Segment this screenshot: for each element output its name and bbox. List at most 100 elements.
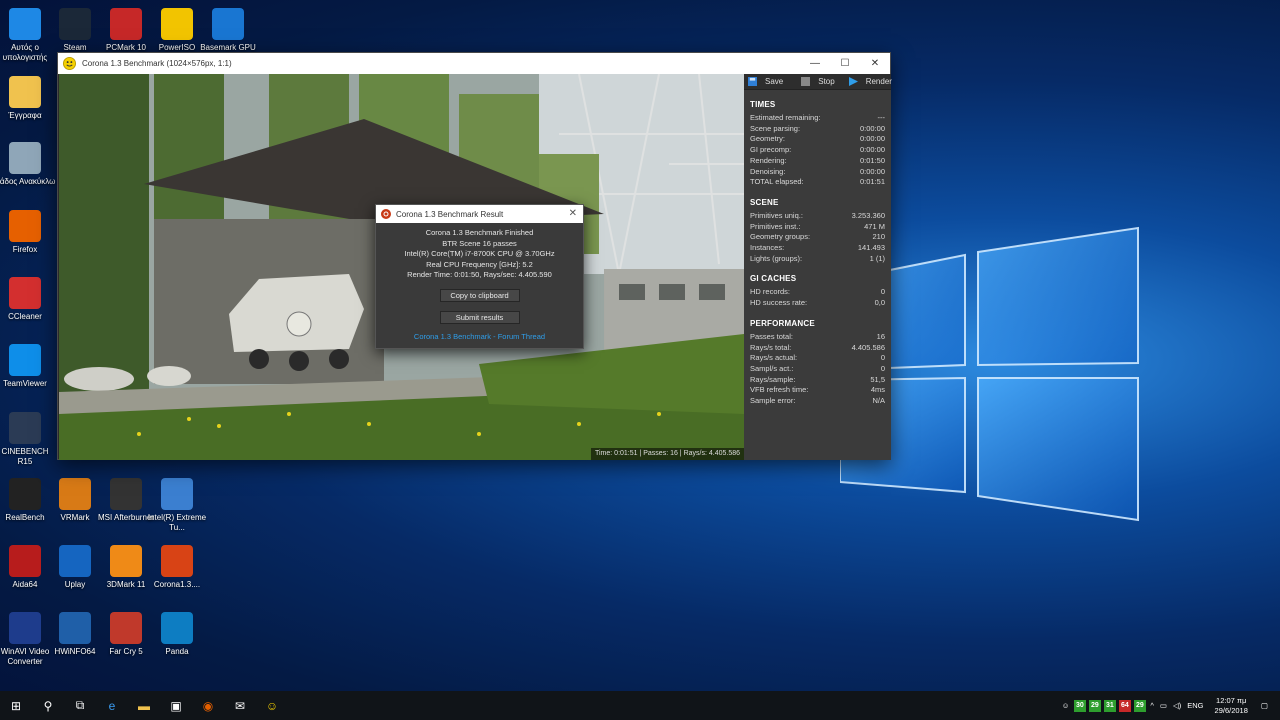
steam-icon [59, 8, 91, 40]
stats-side-panel: Save Stop Render TIMES Estimated remaini… [744, 74, 892, 460]
submit-results-button[interactable]: Submit results [439, 310, 520, 324]
stat-label: Instances: [750, 243, 785, 253]
gi-caches-section-title: GI CACHES [750, 274, 797, 284]
dialog-result-line: BTR Scene 16 passes [442, 238, 517, 248]
teamviewer-icon [9, 344, 41, 376]
firefox-icon[interactable]: ◉ [192, 691, 224, 720]
desktop-shortcut[interactable]: Firefox [0, 210, 56, 255]
desktop-shortcut[interactable]: CCleaner [0, 277, 56, 322]
times-section-title: TIMES [750, 100, 776, 109]
tray-temperature-badge[interactable]: 31 [1103, 699, 1116, 712]
save-button[interactable]: Save [744, 74, 787, 90]
taskbar: ⊞ ⚲ ⧉ e ▬ ▣ ◉ ✉ ☺ ☺ 30 29 31 64 29 ^ ▭ ◁) ENG 12:07 … [0, 691, 1280, 720]
desktop-shortcut-label: Intel(R) Extreme Tu... [147, 513, 207, 532]
stat-row: TOTAL elapsed: 0:01:51 [744, 177, 891, 188]
edge-icon[interactable]: e [96, 691, 128, 720]
stat-value: 16 [876, 331, 885, 341]
stat-label: Geometry groups: [750, 232, 811, 242]
intel-xtu-icon [161, 478, 193, 510]
dialog-result-line: Intel(R) Core(TM) i7-8700K CPU @ 3.70GHz [404, 249, 555, 258]
play-icon [848, 77, 858, 86]
stop-button[interactable]: Stop [797, 74, 838, 90]
stat-label: Rays/s total: [750, 342, 792, 352]
desktop-shortcut[interactable]: Κάδος Ανακύκλω [0, 142, 56, 187]
search-icon[interactable]: ⚲ [32, 691, 64, 720]
stat-value: 51,5 [870, 374, 885, 384]
dialog-close-icon[interactable]: ✕ [569, 208, 577, 219]
vrmark-icon [59, 478, 91, 510]
stat-label: Estimated remaining: [750, 113, 821, 122]
task-view-icon[interactable]: ⧉ [64, 691, 96, 720]
system-tray: ☺ 30 29 31 64 29 ^ ▭ ◁) ENG 12:07 πμ 29/6/20… [1059, 691, 1280, 720]
window-titlebar[interactable]: Corona 1.3 Benchmark (1024×576px, 1:1) —… [58, 53, 890, 74]
render-button[interactable]: Render [845, 74, 896, 90]
network-icon[interactable]: ▭ [1160, 701, 1167, 710]
stat-label: Rays/s actual: [750, 353, 798, 363]
desktop-shortcut[interactable]: Panda [146, 612, 208, 657]
people-icon[interactable]: ☺ [1062, 701, 1070, 710]
poweriso-icon [161, 8, 193, 40]
stat-label: GI precomp: [750, 145, 792, 155]
tray-temperature-badge[interactable]: 29 [1133, 699, 1146, 712]
gi-caches-section: HD records: 0 HD success rate: 0,0 [744, 287, 891, 308]
stat-label: Primitives uniq.: [750, 210, 803, 220]
clock[interactable]: 12:07 πμ 29/6/2018 [1215, 696, 1248, 716]
stat-row: Rays/sample: 51,5 [744, 375, 891, 386]
stat-label: Denoising: [750, 166, 786, 176]
dialog-titlebar[interactable]: Corona 1.3 Benchmark Result ✕ [376, 205, 583, 223]
tray-temperature-badge[interactable]: 29 [1088, 699, 1101, 712]
corona-icon[interactable]: ☺ [256, 691, 288, 720]
recycle-bin-icon [9, 142, 41, 174]
stat-label: Sample error: [750, 396, 796, 406]
stat-value: 0,0 [874, 298, 885, 308]
firefox-icon [9, 210, 41, 242]
volume-icon[interactable]: ◁) [1173, 701, 1181, 710]
uplay-icon [59, 545, 91, 577]
stat-value: 0:01:50 [859, 155, 885, 165]
tray-temperature-badge[interactable]: 64 [1118, 699, 1131, 712]
store-icon[interactable]: ▣ [160, 691, 192, 720]
stat-row: Scene parsing: 0:00:00 [744, 124, 891, 135]
keyboard-language[interactable]: ENG [1187, 701, 1203, 710]
action-center-icon[interactable]: ▢ [1261, 701, 1268, 710]
stat-value: 0:00:00 [859, 134, 885, 144]
maximize-button[interactable]: ☐ [830, 53, 860, 74]
this-pc-icon [9, 8, 41, 40]
render-status-bar: Time: 0:01:51 | Passes: 16 | Rays/s: 4.4… [590, 448, 744, 460]
dialog-result-text: Corona 1.3 Benchmark Finished BTR Scene 1… [376, 228, 583, 281]
stat-row: Rendering: 0:01:50 [744, 156, 891, 167]
desktop-shortcut[interactable]: Basemark GPU [197, 8, 259, 53]
stop-icon [801, 77, 811, 86]
stat-row: HD records: 0 [744, 287, 891, 298]
desktop-shortcut[interactable]: Έγγραφα [0, 76, 56, 121]
forum-thread-link[interactable]: Corona 1.3 Benchmark - Forum Thread [376, 332, 583, 341]
desktop-shortcut[interactable]: TeamViewer [0, 344, 56, 389]
file-explorer-icon[interactable]: ▬ [128, 691, 160, 720]
desktop-shortcut[interactable]: Corona1.3.... [146, 545, 208, 590]
stat-value: 471 M [864, 221, 885, 231]
clock-time: 12:07 πμ [1216, 695, 1247, 705]
copy-to-clipboard-button[interactable]: Copy to clipboard [439, 288, 520, 302]
close-button[interactable]: ✕ [860, 53, 890, 74]
corona-logo-icon [381, 209, 391, 219]
render-label: Render [865, 77, 892, 86]
render-toolbar: Save Stop Render [744, 74, 892, 90]
start-icon[interactable]: ⊞ [0, 691, 32, 720]
hidden-icons-chevron-icon[interactable]: ^ [1150, 701, 1154, 710]
stat-row: GI precomp: 0:00:00 [744, 145, 891, 156]
desktop-shortcut[interactable]: CINEBENCH R15 [0, 412, 56, 467]
stat-label: Lights (groups): [750, 253, 803, 263]
mail-icon[interactable]: ✉ [224, 691, 256, 720]
desktop-shortcut[interactable]: Intel(R) Extreme Tu... [146, 478, 208, 533]
times-section: Estimated remaining: --- Scene parsing: 0:0… [744, 113, 891, 188]
tray-temperature-badge[interactable]: 30 [1073, 699, 1086, 712]
stat-label: HD success rate: [750, 298, 808, 308]
minimize-button[interactable]: — [800, 53, 830, 74]
taskbar-apps: ⊞ ⚲ ⧉ e ▬ ▣ ◉ ✉ ☺ [0, 691, 288, 720]
stat-value: 210 [872, 232, 885, 242]
desktop-shortcut-label: CINEBENCH R15 [1, 447, 49, 466]
clock-date: 29/6/2018 [1214, 705, 1248, 715]
stat-value: 0:00:00 [859, 123, 885, 133]
desktop-shortcut-label: CCleaner [8, 312, 42, 321]
stat-row: Geometry groups: 210 [744, 232, 891, 243]
